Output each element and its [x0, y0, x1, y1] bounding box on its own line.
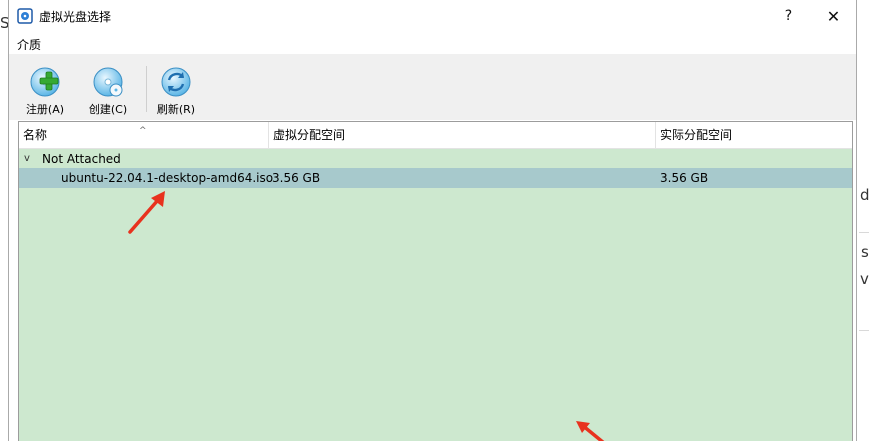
virtual-size-cell: 3.56 GB — [272, 171, 321, 185]
background-divider — [859, 232, 869, 233]
window-title: 虚拟光盘选择 — [39, 10, 112, 24]
column-header-virtual-size[interactable]: 虚拟分配空间 — [269, 122, 656, 148]
title-bar: 虚拟光盘选择 ? ✕ — [9, 0, 856, 32]
background-window-right — [857, 0, 869, 441]
refresh-button[interactable]: 刷新(R) — [148, 66, 204, 116]
background-fragment-s: s — [861, 243, 869, 261]
column-header-actual-size[interactable]: 实际分配空间 — [656, 122, 852, 148]
refresh-button-label: 刷新(R) — [156, 103, 196, 116]
background-fragment-v: v — [860, 270, 869, 288]
group-not-attached[interactable]: v Not Attached — [19, 150, 852, 168]
virtualbox-app-icon — [17, 8, 33, 24]
media-tree-view[interactable]: 名称 ^ 虚拟分配空间 实际分配空间 v Not Attached ubuntu… — [18, 121, 853, 441]
menu-item-medium[interactable]: 介质 — [17, 36, 41, 53]
group-label: Not Attached — [42, 152, 121, 166]
actual-size-cell: 3.56 GB — [660, 171, 709, 185]
add-disk-icon — [30, 67, 60, 97]
toolbar-separator — [146, 66, 147, 112]
create-button-label: 创建(C) — [88, 103, 128, 116]
tree-header: 名称 ^ 虚拟分配空间 实际分配空间 — [19, 122, 852, 149]
close-button[interactable]: ✕ — [811, 0, 856, 32]
toolbar: 注册(A) 创建(C) 刷新(R) — [9, 54, 856, 120]
create-button[interactable]: 创建(C) — [80, 66, 136, 116]
background-fragment-d: d — [860, 186, 869, 204]
help-button[interactable]: ? — [766, 0, 811, 32]
background-divider-2 — [859, 330, 869, 331]
sort-ascending-icon: ^ — [139, 126, 147, 136]
column-header-name[interactable]: 名称 ^ — [19, 122, 269, 148]
column-header-name-label: 名称 — [23, 128, 48, 142]
register-button-label: 注册(A) — [25, 103, 65, 116]
register-button[interactable]: 注册(A) — [17, 66, 73, 116]
create-disk-icon — [93, 67, 123, 97]
menu-bar: 介质 — [9, 32, 856, 54]
chevron-down-icon[interactable]: v — [24, 150, 30, 168]
annotation-arrow-icon — [128, 191, 165, 234]
refresh-icon — [161, 67, 191, 97]
annotation-arrow-icon-bottom — [576, 421, 605, 441]
